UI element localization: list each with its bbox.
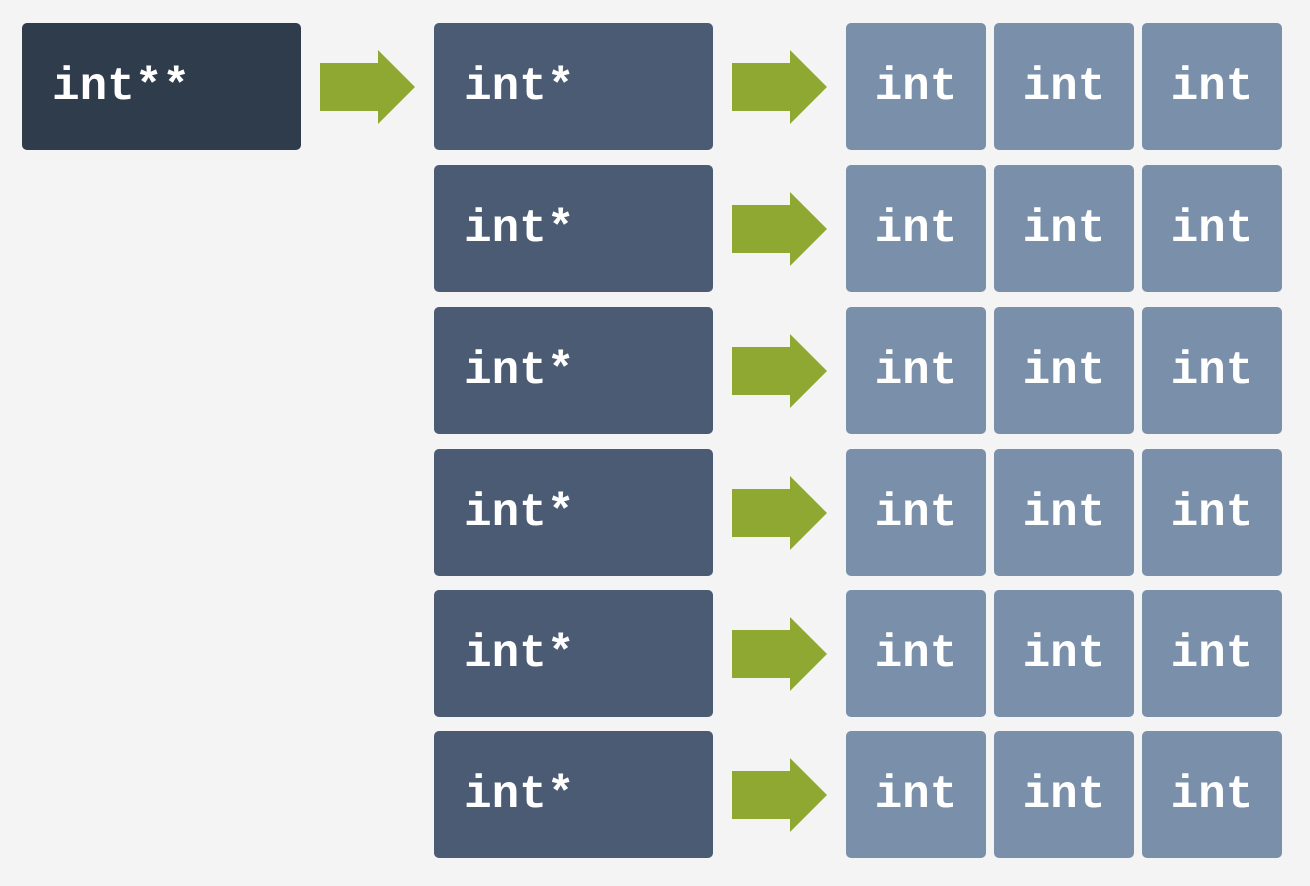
- int-label: int: [1022, 202, 1106, 255]
- arrow-icon: [732, 50, 828, 124]
- int-label: int: [1170, 60, 1254, 113]
- double-pointer-box: int**: [22, 23, 301, 150]
- int-cell: int: [994, 165, 1134, 292]
- int-cell: int: [846, 449, 986, 576]
- pointer-label: int*: [464, 486, 575, 539]
- double-pointer-label: int**: [52, 60, 191, 113]
- int-cell: int: [1142, 307, 1282, 434]
- int-label: int: [1170, 768, 1254, 821]
- int-cell: int: [994, 590, 1134, 717]
- arrow-icon: [732, 758, 828, 832]
- pointer-label: int*: [464, 768, 575, 821]
- int-label: int: [1170, 344, 1254, 397]
- int-cell: int: [1142, 449, 1282, 576]
- int-label: int: [1170, 202, 1254, 255]
- int-cell: int: [1142, 23, 1282, 150]
- int-label: int: [1022, 486, 1106, 539]
- arrow-icon: [732, 476, 828, 550]
- pointer-label: int*: [464, 60, 575, 113]
- int-cell: int: [994, 23, 1134, 150]
- int-cell: int: [994, 731, 1134, 858]
- pointer-box: int*: [434, 23, 713, 150]
- arrow-icon: [732, 617, 828, 691]
- pointer-label: int*: [464, 202, 575, 255]
- pointer-box: int*: [434, 590, 713, 717]
- int-label: int: [874, 486, 958, 539]
- int-cell: int: [846, 23, 986, 150]
- pointer-box: int*: [434, 307, 713, 434]
- int-cell: int: [1142, 731, 1282, 858]
- arrow-icon: [732, 334, 828, 408]
- int-label: int: [1170, 486, 1254, 539]
- int-cell: int: [1142, 165, 1282, 292]
- pointer-box: int*: [434, 165, 713, 292]
- int-cell: int: [846, 731, 986, 858]
- int-label: int: [874, 627, 958, 680]
- arrow-icon: [320, 50, 416, 124]
- pointer-box: int*: [434, 449, 713, 576]
- pointer-label: int*: [464, 344, 575, 397]
- int-label: int: [874, 60, 958, 113]
- int-cell: int: [846, 165, 986, 292]
- int-label: int: [1022, 344, 1106, 397]
- int-label: int: [874, 202, 958, 255]
- int-label: int: [874, 344, 958, 397]
- int-label: int: [1022, 768, 1106, 821]
- int-cell: int: [846, 307, 986, 434]
- int-cell: int: [846, 590, 986, 717]
- int-cell: int: [994, 307, 1134, 434]
- int-label: int: [1170, 627, 1254, 680]
- int-label: int: [874, 768, 958, 821]
- int-cell: int: [1142, 590, 1282, 717]
- int-label: int: [1022, 60, 1106, 113]
- arrow-icon: [732, 192, 828, 266]
- pointer-box: int*: [434, 731, 713, 858]
- pointer-label: int*: [464, 627, 575, 680]
- int-label: int: [1022, 627, 1106, 680]
- int-cell: int: [994, 449, 1134, 576]
